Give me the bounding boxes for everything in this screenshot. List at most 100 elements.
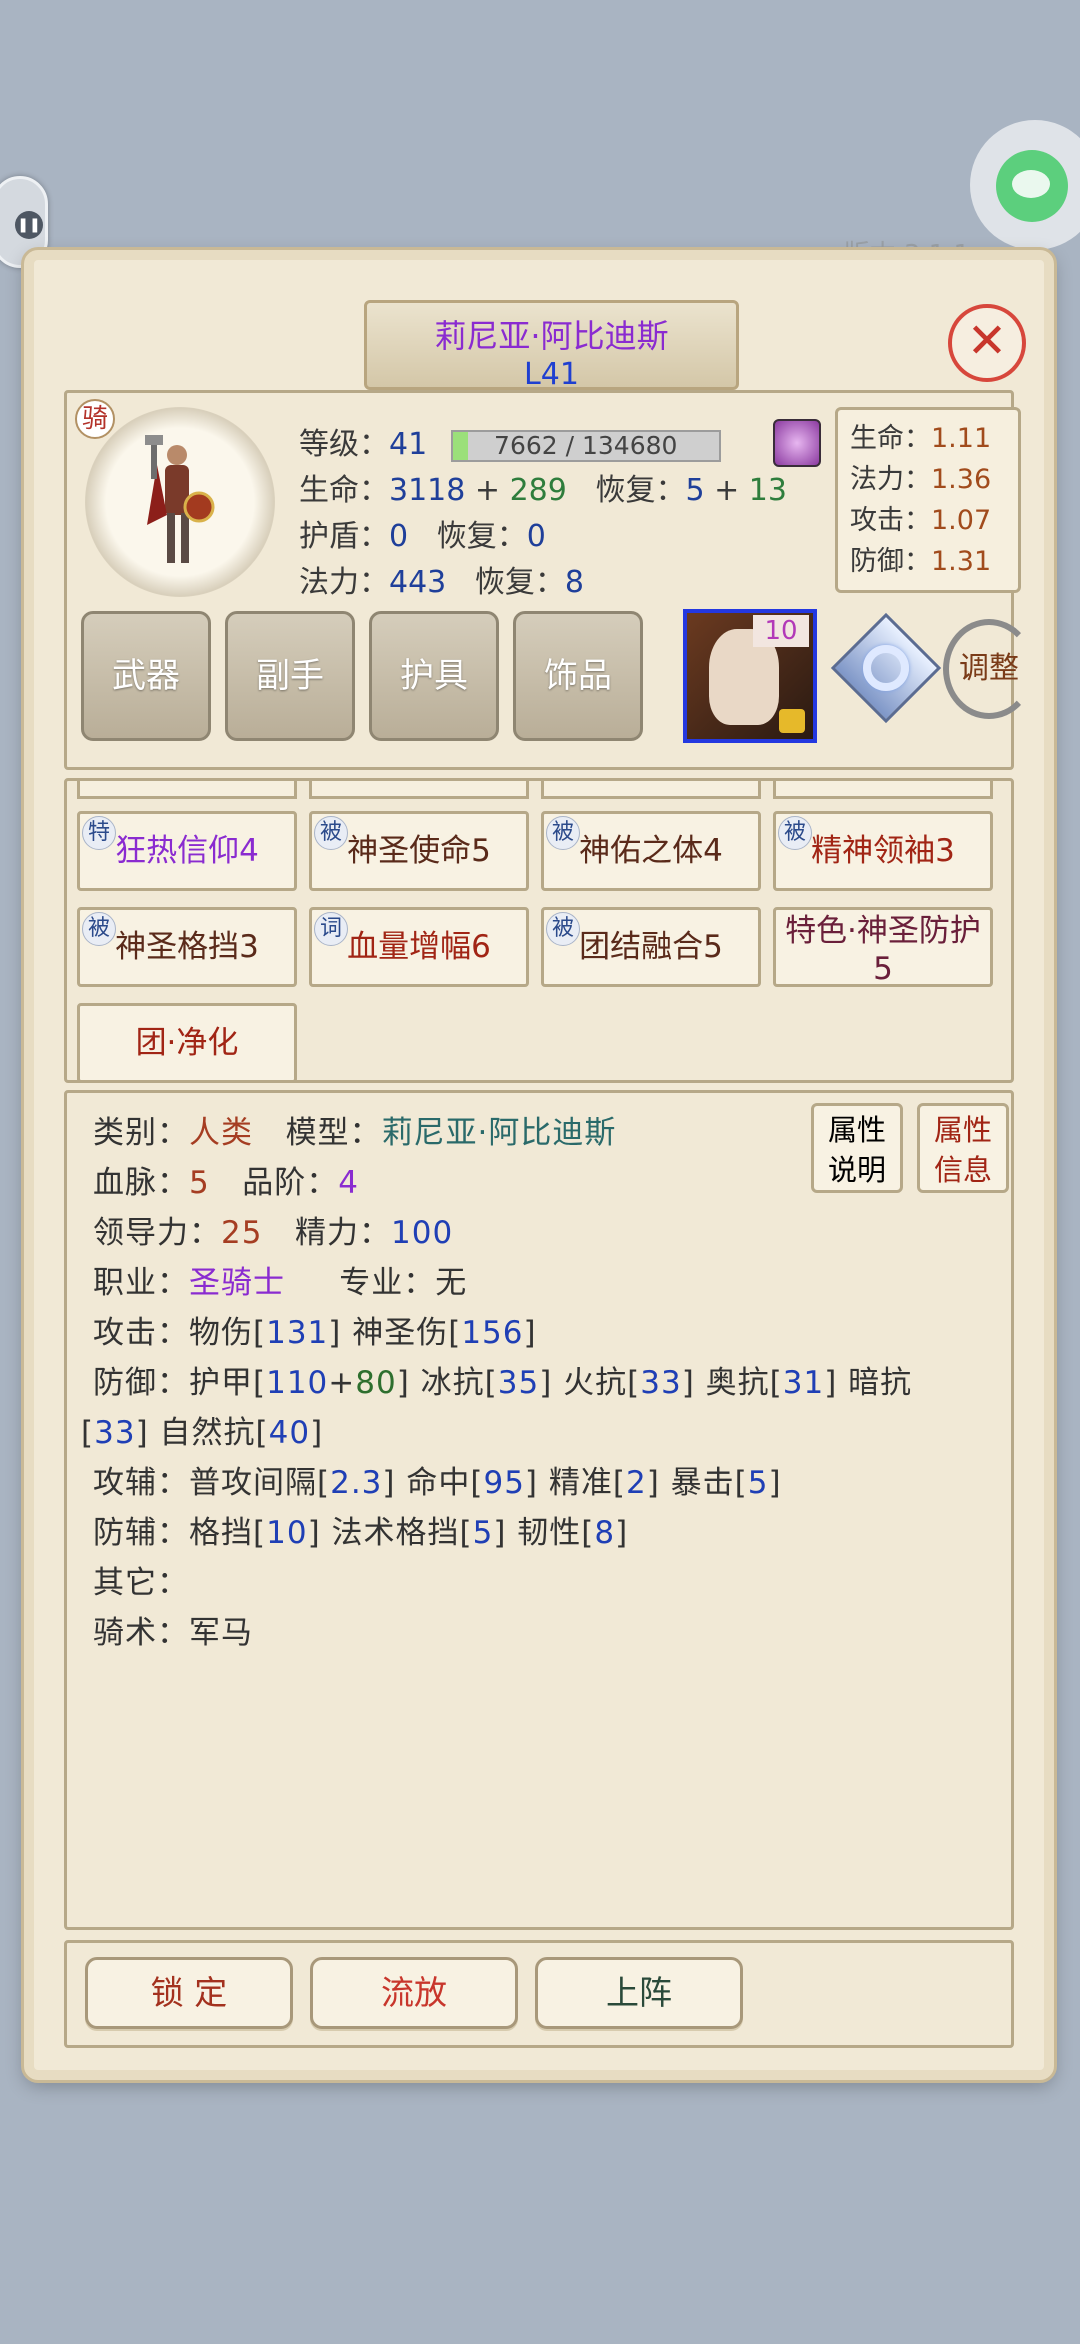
skill-tag: 被 [314, 816, 348, 850]
hp-row: 生命：3118 + 289 恢复：5 + 13 [299, 465, 787, 509]
multiplier-label: 生命： [850, 423, 931, 454]
profession-value: 无 [435, 1265, 468, 1301]
ring-slot[interactable] [830, 612, 942, 724]
skill-name: 神圣使命5 [347, 833, 491, 869]
interval-label: 普攻间隔[ [189, 1465, 331, 1501]
armor-bonus: 80 [355, 1365, 397, 1401]
close-button[interactable]: ✕ [948, 304, 1026, 382]
skill-name: 精神领袖3 [811, 833, 955, 869]
bracket: ] [768, 1465, 782, 1501]
skill-tag: 词 [314, 912, 348, 946]
offhand-slot[interactable]: 副手 [225, 611, 355, 741]
skill-slot-partial[interactable] [773, 781, 993, 799]
riding-label: 骑术： [93, 1615, 189, 1651]
adjust-button[interactable]: 调整 [943, 619, 1035, 719]
skill-slot[interactable]: 被神佑之体4 [541, 811, 761, 891]
bracket: ] [523, 1315, 537, 1351]
button-line: 说明 [827, 1153, 886, 1187]
skill-tag: 被 [82, 912, 116, 946]
hero-detail-panel: 莉尼亚·阿比迪斯 L41 ✕ 骑 等级：41 7662 / 134680 生命：… [24, 250, 1054, 2080]
action-bar: 锁 定 流放 上阵 [64, 1940, 1014, 2048]
phys-value: 131 [266, 1315, 329, 1351]
shield-row: 护盾：0 恢复：0 [299, 511, 546, 555]
accessory-slot[interactable]: 饰品 [513, 611, 643, 741]
mount-level: 10 [753, 615, 809, 647]
block-value: 10 [266, 1515, 308, 1551]
mana-regen-label: 恢复： [474, 565, 565, 600]
hp-label: 生命： [299, 473, 389, 508]
exile-button[interactable]: 流放 [310, 1957, 518, 2029]
gem-icon[interactable] [773, 419, 821, 467]
category-value: 人类 [189, 1115, 253, 1151]
skill-slot-partial[interactable] [77, 781, 297, 799]
multiplier-row: 防御：1.31 [850, 541, 1006, 582]
wechat-icon [996, 150, 1068, 222]
skill-slot[interactable]: 被神圣格挡3 [77, 907, 297, 987]
defense-row: 防御：护甲[110+80] 冰抗[35] 火抗[33] 奥抗[31] 暗抗 [93, 1357, 912, 1402]
mana-label: 法力： [299, 565, 389, 600]
model-label: 模型： [285, 1115, 382, 1151]
nature-label: ] 自然抗[ [135, 1415, 269, 1451]
skill-slot[interactable]: 团·净化 [77, 1003, 297, 1080]
button-line: 属性 [933, 1113, 992, 1147]
hero-portrait[interactable] [85, 407, 275, 597]
crit-value: 5 [747, 1465, 769, 1501]
lock-button[interactable]: 锁 定 [85, 1957, 293, 2029]
grade-label: 品阶： [242, 1165, 339, 1201]
bloodline-row: 血脉：5 品阶：4 [93, 1157, 359, 1202]
floating-wechat-widget[interactable] [970, 120, 1080, 250]
skill-slot[interactable]: 特狂热信仰4 [77, 811, 297, 891]
defense-row-cont: [33] 自然抗[40] [81, 1407, 323, 1452]
attack-row: 攻击：物伤[131] 神圣伤[156] [93, 1307, 537, 1352]
weapon-slot[interactable]: 武器 [81, 611, 211, 741]
attribute-info-button[interactable]: 属性 信息 [917, 1103, 1009, 1193]
defense-aux-row: 防辅：格挡[10] 法术格挡[5] 韧性[8] [93, 1507, 628, 1552]
skill-slot[interactable]: 被团结融合5 [541, 907, 761, 987]
other-row: 其它： [93, 1557, 189, 1602]
toughness-label: ] 韧性[ [493, 1515, 595, 1551]
skill-slot[interactable]: 被精神领袖3 [773, 811, 993, 891]
level-value: 41 [389, 427, 428, 462]
armor-slot[interactable]: 护具 [369, 611, 499, 741]
spell-block-label: ] 法术格挡[ [307, 1515, 473, 1551]
lock-icon [779, 709, 805, 733]
multiplier-value: 1.31 [931, 546, 992, 577]
hero-summary-box: 骑 等级：41 7662 / 134680 生命：3118 + 289 恢复：5… [64, 390, 1035, 770]
pause-icon: ❚❚ [15, 211, 43, 239]
attack-label: 攻击： [93, 1315, 189, 1351]
bracket: ] [310, 1415, 324, 1451]
xp-text: 7662 / 134680 [494, 430, 678, 460]
skill-slot[interactable]: 特色·神圣防护 5 [773, 907, 993, 987]
def-aux-label: 防辅： [93, 1515, 189, 1551]
skill-slot-partial[interactable] [541, 781, 761, 799]
skill-slot[interactable]: 词血量增幅6 [309, 907, 529, 987]
shield-regen-label: 恢复： [436, 519, 527, 554]
deploy-button[interactable]: 上阵 [535, 1957, 743, 2029]
skill-name: 神佑之体4 [579, 833, 723, 869]
paladin-figure-icon [145, 435, 215, 563]
dark-label: ] 暗抗 [824, 1365, 913, 1401]
ring-icon [863, 645, 909, 691]
multiplier-label: 攻击： [850, 505, 931, 536]
fire-value: 33 [640, 1365, 682, 1401]
skill-slot[interactable]: 被神圣使命5 [309, 811, 529, 891]
hp-bonus: 289 [509, 473, 567, 508]
attribute-explain-button[interactable]: 属性 说明 [811, 1103, 903, 1193]
toughness-value: 8 [594, 1515, 616, 1551]
skill-slot-partial[interactable] [309, 781, 529, 799]
class-label: 职业： [93, 1265, 189, 1301]
mount-slot[interactable]: 10 [683, 609, 817, 743]
skill-tag: 特 [82, 816, 116, 850]
hero-level: L41 [524, 357, 579, 392]
hp-regen-plus: + [704, 473, 749, 508]
nature-value: 40 [268, 1415, 311, 1451]
dark-value: 33 [94, 1415, 136, 1451]
skill-name: 团结融合5 [579, 929, 723, 965]
skills-box: 特狂热信仰4 被神圣使命5 被神佑之体4 被精神领袖3 被神圣格挡3 词血量增幅… [64, 778, 1014, 1083]
mount-badge: 骑 [75, 399, 115, 439]
shield-value: 0 [389, 519, 409, 554]
multiplier-row: 法力：1.36 [850, 459, 1006, 500]
block-label: 格挡[ [189, 1515, 267, 1551]
mana-regen-value: 8 [564, 565, 584, 600]
skill-name-level: 5 [873, 951, 893, 987]
